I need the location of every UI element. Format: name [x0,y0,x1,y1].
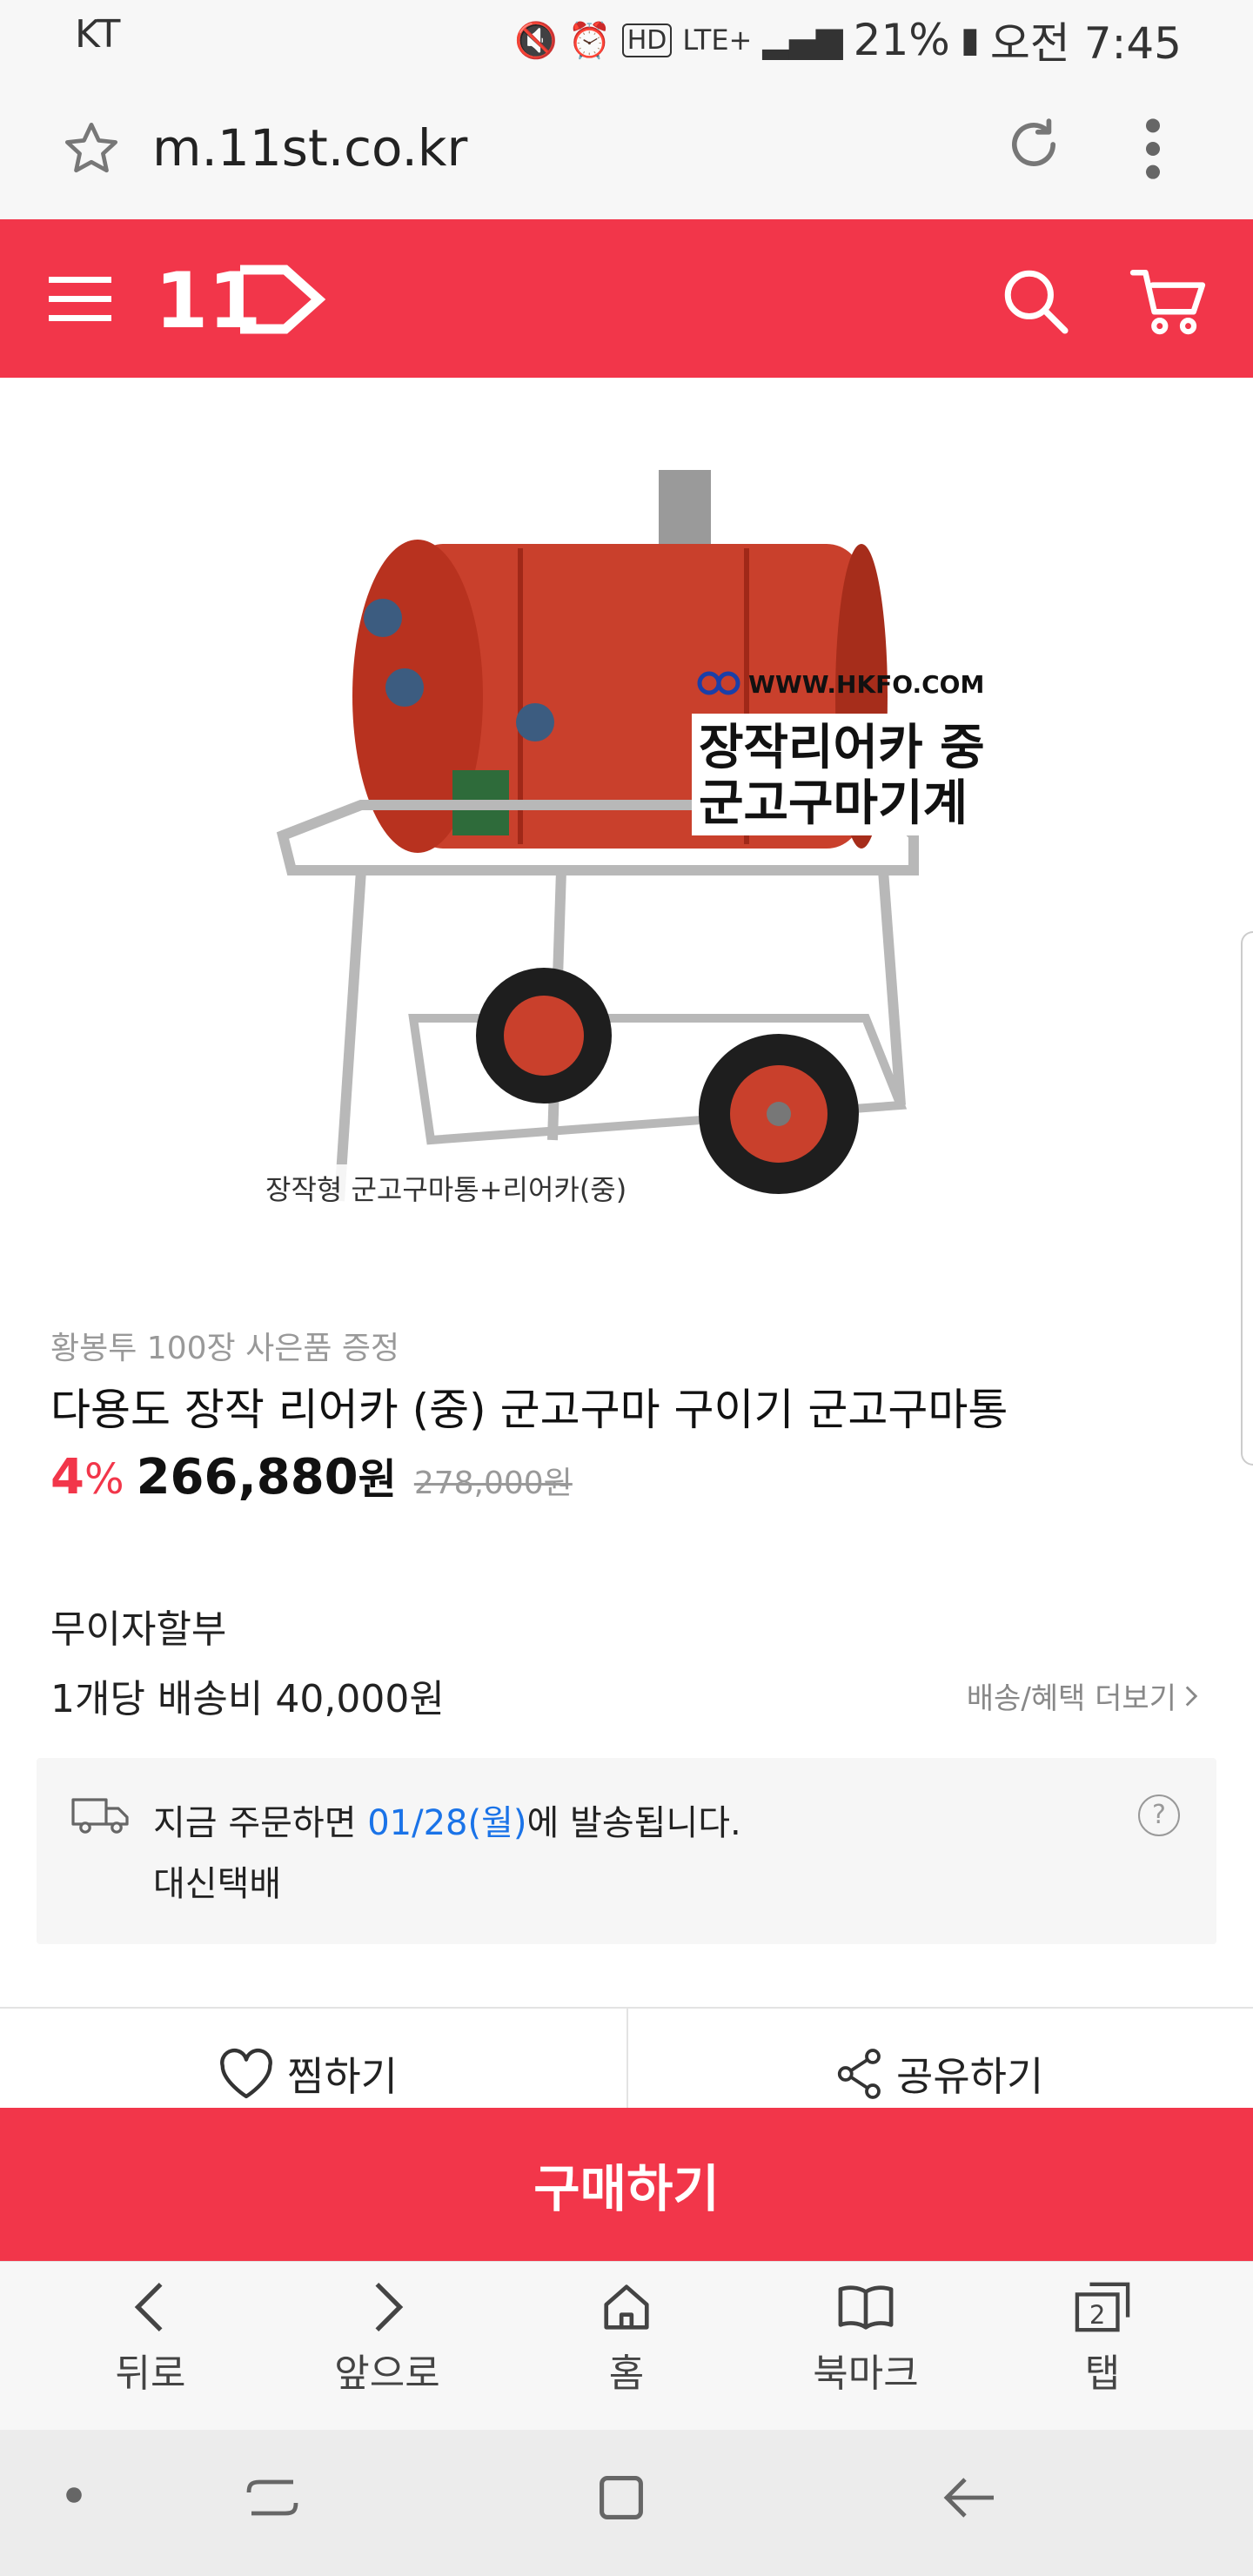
back-arrow-icon [134,2282,163,2332]
promo-text: 황봉투 100장 사은품 증정 [50,1331,400,1366]
tabs-icon: 2 [1075,2282,1130,2332]
logo-arrow-icon: 11 [155,256,326,345]
delivery-info-box: 지금 주문하면 01/28(월)에 발송됩니다. 대신택배 ? [37,1758,1216,1944]
delivery-schedule: 지금 주문하면 01/28(월)에 발송됩니다. [153,1794,741,1845]
action-divider [626,2009,628,2110]
shipping-more-label: 배송/혜택 더보기 [966,1681,1176,1716]
discount-badge: 4% [50,1449,124,1506]
image-caption: 장작형 군고구마통+리어카(중) [265,1173,626,1206]
wish-label: 찜하기 [287,2053,398,2100]
image-headline-2: 군고구마기계 [699,775,968,832]
status-right: 🔇 ⏰ HD LTE+ ▂▄▆ 21% ▮ 오전 7:45 [514,9,1182,71]
nav-forward[interactable]: 앞으로 [313,2279,461,2398]
battery-percent: 21% [853,15,950,65]
delivery-suffix: 에 발송됩니다. [526,1803,741,1843]
signal-icon: ▂▄▆ [762,20,843,60]
clock: 오전 7:45 [989,18,1182,69]
discount-number: 4 [50,1449,84,1506]
chevron-right-icon [1185,1686,1198,1706]
side-scroll-indicator[interactable] [1241,931,1253,1466]
buy-button[interactable]: 구매하기 [0,2108,1253,2261]
help-icon[interactable]: ? [1138,1794,1180,1836]
more-menu-icon[interactable] [1140,114,1166,184]
product-illustration: WWW.HKFO.COM 장작리어카 중 군고구마기계 장작형 군고구마통+리어… [257,461,1014,1218]
nav-back-label: 뒤로 [115,2351,186,2396]
forward-arrow-icon [375,2282,404,2332]
courier-name: 대신택배 [153,1864,282,1904]
share-label: 공유하기 [896,2053,1044,2100]
mute-icon: 🔇 [514,20,558,61]
nav-tabs-label: 탭 [1084,2351,1121,2396]
nav-forward-label: 앞으로 [334,2351,440,2396]
cart-icon[interactable] [1129,263,1208,339]
url-text[interactable]: m.11st.co.kr [152,118,467,178]
nav-back[interactable]: 뒤로 [77,2279,224,2398]
product-title: 다용도 장작 리어카 (중) 군고구마 구이기 군고구마통 [50,1385,1008,1435]
shipping-more-link[interactable]: 배송/혜택 더보기 [967,1674,1199,1717]
nav-tabs[interactable]: 2 탭 [1029,2279,1176,2398]
shipping-fee: 1개당 배송비 40,000원 [50,1677,445,1721]
status-bar: KT 🔇 ⏰ HD LTE+ ▂▄▆ 21% ▮ 오전 7:45 [0,0,1253,75]
alarm-icon: ⏰ [567,20,612,61]
nav-home[interactable]: 홈 [553,2279,700,2398]
share-button[interactable]: 공유하기 [835,2045,1043,2103]
home-icon [604,2284,649,2330]
home-button-icon[interactable] [593,2470,649,2526]
discount-unit: % [84,1455,124,1504]
browser-bottom-nav: 뒤로 앞으로 홈 북마크 2 탭 [0,2261,1253,2431]
share-icon [837,2049,881,2099]
heart-icon [220,2048,272,2099]
battery-icon: ▮ [960,20,980,60]
system-nav-bar [0,2430,1253,2576]
product-image[interactable]: WWW.HKFO.COM 장작리어카 중 군고구마기계 장작형 군고구마통+리어… [257,461,1014,1218]
sale-price: 266,880원 [137,1445,397,1506]
truck-icon [71,1798,129,1834]
carrier-label: KT [75,12,121,57]
price-unit: 원 [358,1455,397,1504]
bookmark-star-icon[interactable] [61,118,122,179]
installment-label: 무이자할부 [50,1607,227,1652]
site-logo[interactable]: 11 [155,256,329,345]
nav-bookmark[interactable]: 북마크 [792,2279,940,2398]
site-header: 11 [0,219,1253,378]
delivery-date: 01/28(월) [367,1803,527,1843]
hd-icon: HD [621,23,673,57]
nav-home-label: 홈 [608,2351,645,2396]
image-site-text: WWW.HKFO.COM [748,670,984,699]
nav-bookmark-label: 북마크 [813,2351,919,2396]
image-headline-1: 장작리어카 중 [699,720,985,776]
book-icon [838,2285,894,2330]
network-label: LTE+ [682,23,753,57]
hamburger-menu-icon[interactable] [49,273,111,325]
browser-url-bar: m.11st.co.kr [0,75,1253,220]
back-button-icon[interactable] [941,2472,999,2524]
original-price: 278,000원 [413,1466,573,1501]
action-bar: 찜하기 공유하기 [0,2007,1253,2110]
price-number: 266,880 [136,1449,358,1506]
tab-count: 2 [1089,2300,1106,2330]
delivery-prefix: 지금 주문하면 [153,1803,368,1843]
wish-button[interactable]: 찜하기 [218,2045,398,2103]
reload-icon[interactable] [1001,111,1067,178]
search-icon[interactable] [999,265,1070,336]
dot-icon[interactable] [64,2485,84,2505]
recent-apps-icon[interactable] [244,2470,301,2526]
price-row: 4% 266,880원 278,000원 [50,1445,573,1506]
